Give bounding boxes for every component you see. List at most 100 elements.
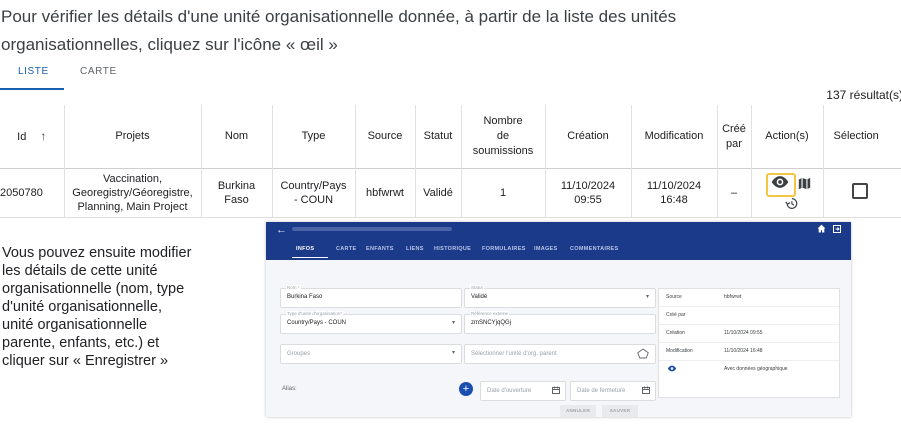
- cell-type-l1: Country/Pays: [280, 180, 347, 192]
- detail-tab-historique[interactable]: HISTORIQUE: [434, 246, 471, 252]
- header-created-by-l2: par: [726, 137, 742, 150]
- detail-tab-infos[interactable]: INFOS: [296, 246, 314, 252]
- header-type[interactable]: Type: [272, 105, 356, 169]
- header-id[interactable]: Id ↑: [0, 105, 65, 169]
- info-modified-value: 11/10/2024 16:48: [724, 348, 763, 354]
- header-selection: Sélection: [823, 105, 901, 169]
- tab-list[interactable]: LISTE: [18, 66, 49, 77]
- tab-map[interactable]: CARTE: [80, 66, 117, 77]
- cancel-button[interactable]: ANNULER: [560, 405, 596, 417]
- detail-tabs: INFOS CARTE ENFANTS LIENS HISTORIQUE FOR…: [266, 242, 851, 258]
- back-arrow-icon[interactable]: ←: [276, 224, 287, 236]
- header-submissions-l3: soumissions: [472, 145, 534, 157]
- header-status[interactable]: Statut: [415, 105, 462, 169]
- cell-created-by: –: [717, 168, 752, 218]
- parent-placeholder: Sélectionner l'unité d'org. parent: [471, 351, 557, 357]
- header-created-by[interactable]: Créé par: [717, 105, 752, 169]
- table-header-row: Id ↑ Projets Nom Type Source Statut Nombr…: [0, 105, 901, 169]
- cell-modified: 11/10/2024 16:48: [631, 168, 718, 218]
- info-row-source: Source hbfwrwt: [659, 289, 839, 307]
- sort-arrow-up-icon[interactable]: ↑: [40, 129, 46, 143]
- eye-icon[interactable]: [770, 175, 790, 189]
- history-icon[interactable]: [784, 197, 798, 210]
- closing-date-field[interactable]: Date de fermeture: [570, 381, 656, 401]
- header-submissions[interactable]: Nombre de soumissions: [461, 105, 546, 169]
- info-created-value: 11/10/2024 09:55: [724, 330, 763, 336]
- calendar-icon[interactable]: [552, 386, 560, 394]
- closing-date-placeholder: Date de fermeture: [577, 388, 626, 394]
- tree-icon[interactable]: [637, 348, 649, 359]
- save-button[interactable]: SAUVER: [602, 405, 638, 417]
- header-created[interactable]: Création: [545, 105, 632, 169]
- exit-icon[interactable]: [833, 225, 841, 233]
- info-created-by-key: Créé par: [666, 312, 686, 318]
- external-ref-field[interactable]: Référence externe zmSNCYjqQGj: [464, 311, 656, 334]
- header-name[interactable]: Nom: [201, 105, 273, 169]
- edit-instruction-l1: Vous pouvez ensuite modifier: [2, 245, 192, 261]
- cell-actions: [751, 168, 824, 218]
- type-select-value: Country/Pays - COUN: [287, 320, 347, 326]
- info-geo-value: Avec données géographique: [724, 366, 788, 372]
- calendar-icon[interactable]: [642, 386, 650, 394]
- info-source-key: Source: [666, 294, 682, 300]
- groups-select[interactable]: Groupes ▾: [280, 344, 462, 364]
- home-icon[interactable]: [817, 224, 826, 233]
- info-panel: Source hbfwrwt Créé par Création 11/10/2…: [658, 288, 840, 398]
- detail-tab-indicator: [292, 257, 328, 258]
- external-ref-label: Référence externe: [470, 311, 510, 316]
- cell-modified-time: 16:48: [660, 194, 688, 206]
- detail-tab-images[interactable]: IMAGES: [534, 246, 558, 252]
- status-select[interactable]: Statut Validé ▾: [464, 285, 656, 308]
- header-created-by-l1: Créé: [722, 122, 746, 135]
- view-tabs: LISTE CARTE: [0, 60, 901, 95]
- header-modified[interactable]: Modification: [631, 105, 718, 169]
- cell-name-l2: Faso: [224, 194, 249, 206]
- edit-instruction-l6: parente, enfants, etc.) et: [2, 335, 160, 351]
- info-row-created: Création 11/10/2024 09:55: [659, 325, 839, 343]
- header-submissions-l1: Nombre: [483, 115, 523, 127]
- cell-selection: [823, 168, 901, 218]
- cell-projects-l2: Georegistry/Géoregistre,: [72, 187, 193, 199]
- add-alias-button[interactable]: +: [459, 382, 473, 396]
- detail-tab-formulaires[interactable]: FORMULAIRES: [482, 246, 526, 252]
- cell-projects-l1: Vaccination,: [102, 173, 163, 185]
- actions-group: [752, 169, 823, 217]
- cell-type-l2: - COUN: [293, 194, 334, 206]
- header-projects[interactable]: Projets: [64, 105, 202, 169]
- status-select-label: Statut: [470, 285, 484, 290]
- info-row-modified: Modification 11/10/2024 16:48: [659, 343, 839, 361]
- type-select[interactable]: Type d'unité d'organisation* Country/Pay…: [280, 311, 462, 334]
- detail-tab-carte[interactable]: CARTE: [336, 246, 356, 252]
- name-field[interactable]: Nom * Burkina Faso: [280, 285, 462, 308]
- chevron-down-icon: ▾: [451, 350, 455, 356]
- alias-label: Alias:: [282, 386, 297, 392]
- info-row-created-by: Créé par: [659, 307, 839, 325]
- detail-app-bar: ← INFOS CARTE ENFANTS LIENS HISTORIQUE F…: [266, 222, 851, 260]
- cell-submissions: 1: [461, 168, 546, 218]
- header-actions: Action(s): [751, 105, 824, 169]
- cell-id: 2050780: [0, 168, 65, 218]
- detail-tab-liens[interactable]: LIENS: [406, 246, 424, 252]
- chevron-down-icon: ▾: [645, 294, 649, 300]
- header-source[interactable]: Source: [355, 105, 416, 169]
- info-row-geo: Avec données géographique: [659, 361, 839, 378]
- cell-created-time: 09:55: [574, 194, 602, 206]
- map-icon[interactable]: [798, 177, 811, 190]
- opening-date-placeholder: Date d'ouverture: [487, 388, 532, 394]
- detail-tab-enfants[interactable]: ENFANTS: [366, 246, 394, 252]
- header-id-label: Id: [17, 130, 27, 143]
- org-units-table: Id ↑ Projets Nom Type Source Statut Nombr…: [0, 105, 901, 218]
- edit-instruction-l5: unité organisationnelle: [2, 317, 148, 333]
- info-created-key: Création: [666, 330, 685, 336]
- cell-projects: Vaccination, Georegistry/Géoregistre, Pl…: [64, 168, 202, 218]
- eye-icon[interactable]: [667, 365, 677, 372]
- chevron-down-icon: ▾: [451, 320, 455, 326]
- tab-indicator: [0, 88, 64, 90]
- parent-select[interactable]: Sélectionner l'unité d'org. parent: [464, 344, 656, 364]
- detail-tab-commentaires[interactable]: COMMENTAIRES: [570, 246, 618, 252]
- select-checkbox[interactable]: [851, 183, 868, 199]
- edit-instruction-l2: les détails de cette unité: [2, 263, 158, 279]
- blurred-title: [292, 227, 452, 231]
- opening-date-field[interactable]: Date d'ouverture: [480, 381, 566, 401]
- external-ref-value: zmSNCYjqQGj: [471, 320, 512, 326]
